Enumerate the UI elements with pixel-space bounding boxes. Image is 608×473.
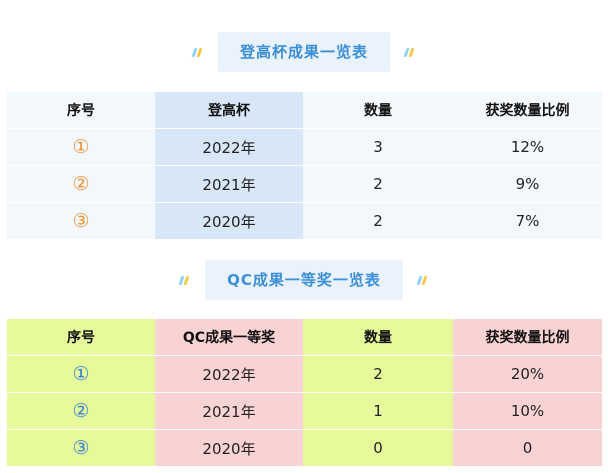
dengaobei-table: 序号 登高杯 数量 获奖数量比例 ① 2022年 3 12% ② 2021年 2… <box>7 92 602 240</box>
header-ratio: 获奖数量比例 <box>453 319 602 356</box>
table-row: ③ 2020年 0 0 <box>7 430 602 467</box>
quote-decoration-icon <box>403 48 416 60</box>
row-index: ① <box>7 356 155 393</box>
row-ratio: 12% <box>453 129 602 166</box>
row-index: ③ <box>7 430 155 467</box>
table-row: ① 2022年 2 20% <box>7 356 602 393</box>
quote-decoration-icon <box>178 276 191 288</box>
row-year: 2021年 <box>155 393 303 430</box>
row-count: 0 <box>303 430 453 467</box>
row-count: 3 <box>303 129 453 166</box>
row-ratio: 7% <box>453 203 602 240</box>
section1-title-bar: 登高杯成果一览表 <box>0 30 608 74</box>
section2-title: QC成果一等奖一览表 <box>178 260 428 300</box>
row-year: 2020年 <box>155 430 303 467</box>
table-row: ② 2021年 2 9% <box>7 166 602 203</box>
header-award: 登高杯 <box>155 92 303 129</box>
header-count: 数量 <box>303 92 453 129</box>
row-count: 2 <box>303 203 453 240</box>
row-year: 2021年 <box>155 166 303 203</box>
table-row: ③ 2020年 2 7% <box>7 203 602 240</box>
row-index: ③ <box>7 203 155 240</box>
table-row: ② 2021年 1 10% <box>7 393 602 430</box>
row-ratio: 0 <box>453 430 602 467</box>
header-index: 序号 <box>7 319 155 356</box>
header-index: 序号 <box>7 92 155 129</box>
table-header-row: 序号 QC成果一等奖 数量 获奖数量比例 <box>7 319 602 356</box>
header-ratio: 获奖数量比例 <box>453 92 602 129</box>
row-year: 2022年 <box>155 129 303 166</box>
quote-decoration-icon <box>416 276 429 288</box>
row-year: 2022年 <box>155 356 303 393</box>
quote-decoration-icon <box>191 48 204 60</box>
section1-title: 登高杯成果一览表 <box>191 32 415 72</box>
header-award: QC成果一等奖 <box>155 319 303 356</box>
section2-title-text: QC成果一等奖一览表 <box>227 271 381 289</box>
row-index: ② <box>7 166 155 203</box>
row-index: ② <box>7 393 155 430</box>
row-ratio: 20% <box>453 356 602 393</box>
row-ratio: 9% <box>453 166 602 203</box>
row-index: ① <box>7 129 155 166</box>
row-ratio: 10% <box>453 393 602 430</box>
table-row: ① 2022年 3 12% <box>7 129 602 166</box>
row-count: 1 <box>303 393 453 430</box>
row-year: 2020年 <box>155 203 303 240</box>
row-count: 2 <box>303 166 453 203</box>
header-count: 数量 <box>303 319 453 356</box>
table-header-row: 序号 登高杯 数量 获奖数量比例 <box>7 92 602 129</box>
row-count: 2 <box>303 356 453 393</box>
section2-title-bar: QC成果一等奖一览表 <box>0 258 608 302</box>
section1-title-text: 登高杯成果一览表 <box>239 43 368 61</box>
qc-award-table: 序号 QC成果一等奖 数量 获奖数量比例 ① 2022年 2 20% ② 202… <box>7 319 602 467</box>
